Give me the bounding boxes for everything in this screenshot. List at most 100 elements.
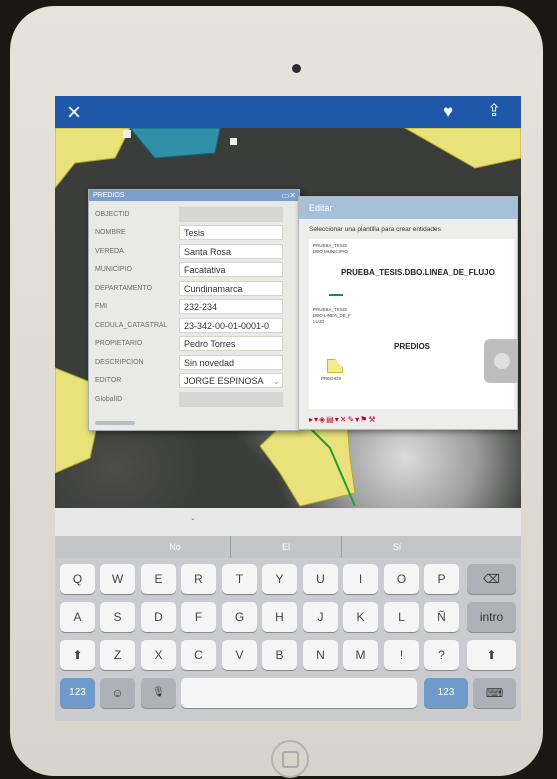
attribute-row: DESCRIPCION Sin novedad	[95, 353, 293, 372]
edit-toolbar[interactable]: ▸▾◈▤▾✕✎▾⚑⚒	[309, 415, 514, 425]
attribute-label: FMI	[95, 303, 108, 311]
key[interactable]: M	[343, 640, 378, 670]
attribute-row: MUNICIPIO Facatativa	[95, 261, 293, 280]
attribute-value-field[interactable]: Cundinamarca	[179, 280, 283, 296]
key[interactable]: B	[262, 640, 297, 670]
editor-select[interactable]: JORGE ESPINOSA ⌄	[179, 373, 283, 389]
attribute-label: NOMBRE	[95, 229, 126, 237]
map-view[interactable]: PREDIOS ▭✕ OBJECTID NOMBRE Tesis VEREDA Sa…	[55, 128, 521, 540]
parcel-polygon	[403, 128, 521, 169]
edit-panel: Editar Seleccionar una plantilla para cr…	[298, 196, 518, 430]
return-key[interactable]: intro	[467, 602, 516, 632]
attribute-value-field[interactable]: Sin novedad	[179, 354, 283, 370]
attribute-rows: OBJECTID NOMBRE Tesis VEREDA Santa Rosa MU…	[89, 201, 299, 409]
suggestion-bar: No El Sí	[55, 536, 521, 558]
key[interactable]: C	[181, 640, 216, 670]
key[interactable]: W	[100, 564, 135, 594]
key[interactable]: !	[384, 640, 419, 670]
backspace-key[interactable]: ⌫	[467, 564, 516, 594]
key[interactable]: V	[222, 640, 257, 670]
attribute-value-field[interactable]: Santa Rosa	[179, 243, 283, 259]
numbers-key[interactable]: 123	[60, 678, 95, 708]
line-symbol-icon	[329, 294, 343, 296]
space-key[interactable]	[181, 678, 417, 708]
key[interactable]: P	[424, 564, 459, 594]
suggestion-item[interactable]: Sí	[342, 536, 452, 558]
key[interactable]: S	[100, 602, 135, 632]
panel-window-controls[interactable]: ▭✕	[282, 190, 296, 201]
editor-value: JORGE ESPINOSA	[184, 376, 264, 387]
suggestion-item[interactable]: No	[120, 536, 230, 558]
key[interactable]: L	[384, 602, 419, 632]
numbers-key[interactable]: 123	[424, 678, 468, 708]
microphone-icon[interactable]: 🎙	[141, 678, 176, 708]
favorite-icon[interactable]: ♥	[443, 102, 453, 122]
map-marker	[123, 130, 131, 138]
top-bar: × ♥ ⇪	[55, 96, 521, 128]
template-list: PRUEBA_TESIS DBO.MUNICIPIO PRUEBA_TESIS.…	[309, 239, 514, 409]
key[interactable]: A	[60, 602, 95, 632]
attribute-label: DEPARTAMENTO	[95, 284, 153, 292]
key[interactable]: U	[303, 564, 338, 594]
edit-panel-title: Editar	[299, 197, 517, 219]
edit-panel-instruction: Seleccionar una plantilla para crear ent…	[309, 226, 441, 233]
attribute-label: VEREDA	[95, 247, 124, 255]
polygon-symbol-icon[interactable]	[327, 359, 343, 373]
parcel-polygon	[129, 128, 221, 159]
attribute-value-field[interactable]: Tesis	[179, 225, 283, 241]
key[interactable]: O	[384, 564, 419, 594]
attribute-row: GlobalID	[95, 390, 293, 409]
attribute-value-field[interactable]: Facatativa	[179, 262, 283, 278]
attribute-row: EDITOR JORGE ESPINOSA ⌄	[95, 372, 293, 391]
attribute-row: OBJECTID	[95, 205, 293, 224]
template-linea-de-flujo[interactable]: PRUEBA_TESIS.DBO.LINEA_DE_FLUJO	[341, 268, 495, 277]
keyboard: Q W E R T Y U I O P ⌫ A S D F G H J K L …	[55, 558, 521, 721]
key[interactable]: J	[303, 602, 338, 632]
key[interactable]: T	[222, 564, 257, 594]
circle-icon	[494, 353, 510, 369]
shift-key[interactable]: ⬆	[60, 640, 95, 670]
key[interactable]: N	[303, 640, 338, 670]
key[interactable]: Z	[100, 640, 135, 670]
attribute-label: PROPIETARIO	[95, 340, 143, 348]
share-icon[interactable]: ⇪	[487, 101, 501, 121]
key[interactable]: F	[181, 602, 216, 632]
screen: × ♥ ⇪ PREDIOS ▭✕ OBJECTID NOMBRE Tesis VE…	[55, 96, 521, 721]
home-icon	[281, 750, 299, 768]
template-symbol-label: PREDIOS	[321, 376, 342, 381]
shift-key[interactable]: ⬆	[467, 640, 516, 670]
key[interactable]: D	[141, 602, 176, 632]
attribute-value-field	[179, 391, 283, 407]
predios-attribute-panel: PREDIOS ▭✕ OBJECTID NOMBRE Tesis VEREDA Sa…	[88, 189, 300, 431]
key[interactable]: H	[262, 602, 297, 632]
attribute-value-field[interactable]: 232-234	[179, 299, 283, 315]
emoji-icon[interactable]: ☺	[100, 678, 135, 708]
chevron-down-icon[interactable]: ⌄	[190, 514, 196, 522]
attribute-row: FMI 232-234	[95, 298, 293, 317]
key[interactable]: R	[181, 564, 216, 594]
chevron-down-icon: ⌄	[272, 376, 280, 387]
home-button[interactable]	[271, 740, 309, 778]
key[interactable]: Q	[60, 564, 95, 594]
attribute-value-field[interactable]: 23-342-00-01-0001-0	[179, 317, 283, 333]
attribute-row: VEREDA Santa Rosa	[95, 242, 293, 261]
key[interactable]: ?	[424, 640, 459, 670]
horizontal-scrollbar[interactable]	[95, 421, 135, 425]
camera	[292, 64, 301, 73]
key[interactable]: Ñ	[424, 602, 459, 632]
side-action-button[interactable]	[484, 339, 518, 383]
key[interactable]: X	[141, 640, 176, 670]
attribute-row: PROPIETARIO Pedro Torres	[95, 335, 293, 354]
attribute-label: CEDULA_CATASTRAL	[95, 321, 168, 329]
hide-keyboard-icon[interactable]: ⌨	[473, 678, 516, 708]
key[interactable]: G	[222, 602, 257, 632]
close-icon[interactable]: ×	[67, 99, 81, 127]
template-group-label: PRUEBA_TESIS DBO.MUNICIPIO	[313, 243, 348, 254]
key[interactable]: Y	[262, 564, 297, 594]
template-predios[interactable]: PREDIOS	[394, 342, 430, 351]
key[interactable]: I	[343, 564, 378, 594]
key[interactable]: K	[343, 602, 378, 632]
attribute-value-field[interactable]: Pedro Torres	[179, 336, 283, 352]
key[interactable]: E	[141, 564, 176, 594]
suggestion-item[interactable]: El	[231, 536, 341, 558]
